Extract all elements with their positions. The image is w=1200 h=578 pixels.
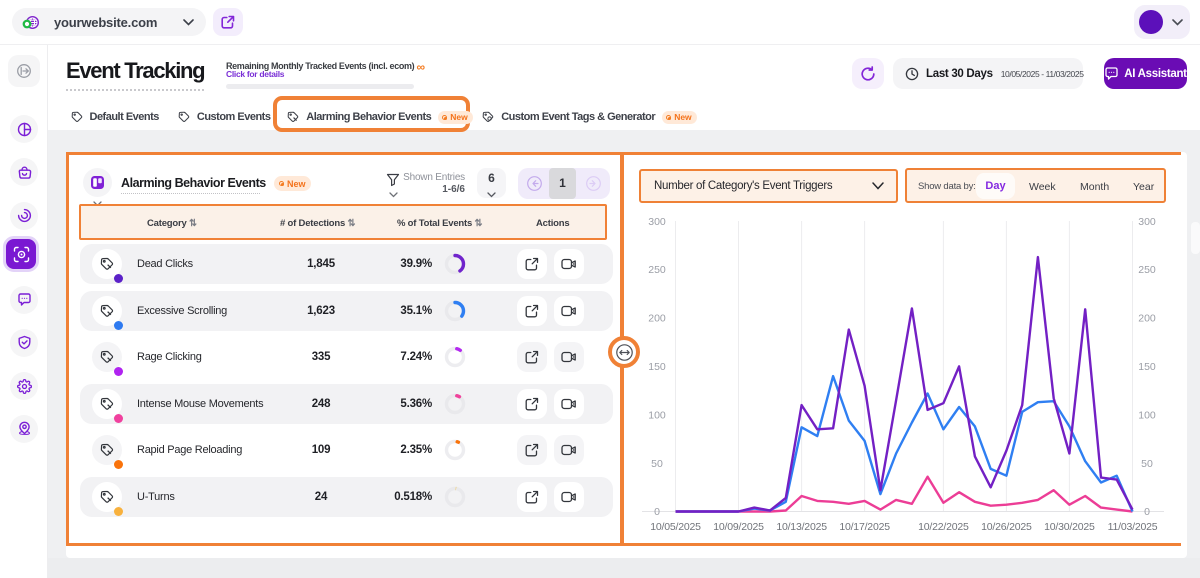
svg-text:10/26/2025: 10/26/2025 (981, 521, 1032, 533)
svg-text:150: 150 (1138, 361, 1156, 373)
svg-text:10/22/2025: 10/22/2025 (918, 521, 969, 533)
svg-text:11/03/2025: 11/03/2025 (1108, 521, 1158, 533)
svg-text:10/09/2025: 10/09/2025 (713, 521, 764, 533)
svg-text:0: 0 (1144, 506, 1150, 518)
svg-text:50: 50 (1141, 458, 1153, 470)
svg-text:250: 250 (1138, 264, 1156, 276)
svg-text:100: 100 (1138, 410, 1156, 422)
svg-text:300: 300 (648, 216, 666, 228)
svg-text:300: 300 (1138, 216, 1156, 228)
svg-text:10/17/2025: 10/17/2025 (839, 521, 890, 533)
svg-text:10/05/2025: 10/05/2025 (650, 521, 701, 533)
svg-text:50: 50 (651, 458, 663, 470)
svg-text:0: 0 (654, 506, 660, 518)
svg-text:10/13/2025: 10/13/2025 (776, 521, 827, 533)
svg-text:100: 100 (648, 410, 666, 422)
svg-text:10/30/2025: 10/30/2025 (1044, 521, 1095, 533)
svg-text:200: 200 (648, 313, 666, 325)
svg-text:250: 250 (648, 264, 666, 276)
svg-text:150: 150 (648, 361, 666, 373)
svg-text:200: 200 (1138, 313, 1156, 325)
